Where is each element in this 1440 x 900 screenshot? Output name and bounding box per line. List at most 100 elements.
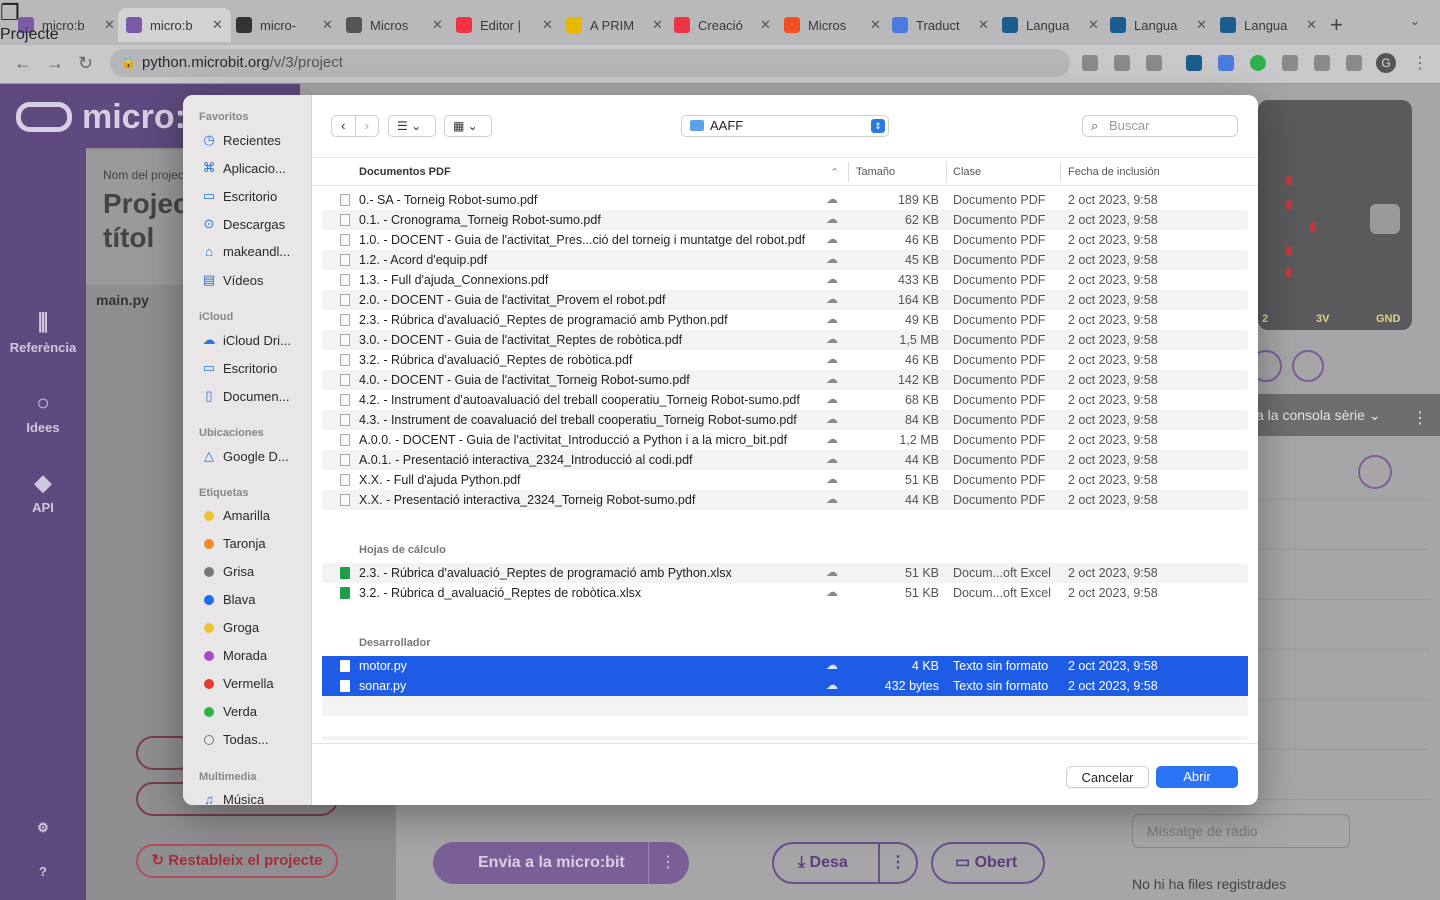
search-input[interactable]: ⌕ Buscar [1082,115,1238,137]
file-row[interactable]: motor.py ☁ 4 KB Texto sin formato 2 oct 2023… [322,656,1248,676]
tag-item[interactable]: Vermella [201,676,309,691]
translator-extension-icon[interactable] [1218,55,1234,71]
icloud-download-icon[interactable]: ☁ [826,678,838,692]
file-row[interactable]: 1.0. - DOCENT - Guia de l'activitat_Pres… [322,230,1248,250]
avatar[interactable]: G [1376,53,1396,73]
nav-api[interactable]: ◆ API [0,470,86,515]
sidebar-item[interactable]: ▯ Documen... [201,388,309,404]
reload-icon[interactable]: ↻ [78,53,93,74]
file-row[interactable]: 2.3. - Rúbrica d'avaluació_Reptes de pro… [322,310,1248,330]
file-row[interactable]: 2.3. - Rúbrica d'avaluació_Reptes de pro… [322,563,1248,583]
button-b[interactable] [1370,204,1400,234]
back-icon[interactable]: ‹ [332,116,355,136]
console-menu-icon[interactable]: ⋮ [1412,408,1428,428]
browser-tab[interactable]: Langua ✕ [994,8,1107,42]
browser-tab[interactable]: Editor | ✕ [448,8,561,42]
icloud-download-icon[interactable]: ☁ [826,372,838,386]
project-title[interactable]: Projec [103,188,189,220]
browser-tab[interactable]: Traduct ✕ [884,8,997,42]
tag-item[interactable]: Amarilla [201,508,309,523]
browser-menu-icon[interactable]: ⋮ [1412,53,1428,73]
microbit-simulator[interactable]: 2 3V GND [1258,100,1412,330]
icloud-download-icon[interactable]: ☁ [826,332,838,346]
tab-search-icon[interactable]: ⌄ [1410,14,1420,28]
close-icon[interactable]: ✕ [542,17,553,33]
sidebar-item[interactable]: ☁ iCloud Dri... [201,332,309,348]
browser-tab[interactable]: micro:b ✕ [118,8,231,42]
close-icon[interactable]: ✕ [978,17,989,33]
file-row[interactable]: 4.3. - Instrument de coavaluació del tre… [322,410,1248,430]
sidebar-item[interactable]: △ Google D... [201,448,309,464]
star-icon[interactable] [1146,55,1162,71]
url-bar[interactable]: 🔒 python.microbit.org/v/3/project [110,49,1070,77]
icloud-download-icon[interactable]: ☁ [826,492,838,506]
history-nav[interactable]: ‹ › [331,115,379,137]
icloud-download-icon[interactable]: ☁ [826,272,838,286]
file-row[interactable]: 3.0. - DOCENT - Guia de l'activitat_Rept… [322,330,1248,350]
icloud-download-icon[interactable]: ☁ [826,452,838,466]
browser-tab[interactable]: Micros ✕ [776,8,889,42]
column-size[interactable]: Tamaño [856,166,895,178]
nav-ideas[interactable]: ○ Idees [0,390,86,435]
icloud-download-icon[interactable]: ☁ [826,312,838,326]
browser-tab[interactable]: Langua ✕ [1212,8,1325,42]
file-row[interactable]: 3.2. - Rúbrica d_avaluació_Reptes de rob… [322,583,1248,603]
sidebar-item[interactable]: ▭ Escritorio [201,188,309,204]
new-tab-icon[interactable]: + [1330,12,1343,38]
icloud-download-icon[interactable]: ☁ [826,472,838,486]
back-icon[interactable]: ← [14,53,32,74]
file-row[interactable]: 4.2. - Instrument d'autoavaluació del tr… [322,390,1248,410]
file-row[interactable]: 3.2. - Rúbrica d'avaluació_Reptes de rob… [322,350,1248,370]
open-dialog-button[interactable]: Abrir [1156,766,1238,788]
column-name[interactable]: Documentos PDF [359,166,451,178]
file-row[interactable]: sonar.py ☁ 432 bytes Texto sin formato 2 oct… [322,676,1248,696]
sidebar-item[interactable]: ♫ Música [201,792,309,805]
reset-project-button[interactable]: ↻ Restableix el projecte [136,844,338,878]
tag-item[interactable]: Taronja [201,536,309,551]
close-icon[interactable]: ✕ [652,17,663,33]
file-item-main[interactable]: main.py [96,292,149,308]
cancel-button[interactable]: Cancelar [1066,766,1149,788]
sidebar-item[interactable]: ▭ Escritorio [201,360,309,376]
browser-tab[interactable]: Langua ✕ [1102,8,1215,42]
icloud-download-icon[interactable]: ☁ [826,658,838,672]
close-icon[interactable]: ✕ [870,17,881,33]
forward-icon[interactable]: › [354,116,379,136]
sidebar-item[interactable]: ⌂ makeandl... [201,244,309,259]
file-row[interactable]: 1.3. - Full d'ajuda_Connexions.pdf ☁ 433 K… [322,270,1248,290]
side-panel-icon[interactable] [1346,55,1362,71]
icloud-download-icon[interactable]: ☁ [826,252,838,266]
file-row[interactable]: 4.0. - DOCENT - Guia de l'activitat_Torn… [322,370,1248,390]
file-row[interactable]: 1.2. - Acord d'equip.pdf ☁ 45 KB Documento … [322,250,1248,270]
icloud-download-icon[interactable]: ☁ [826,585,838,599]
close-icon[interactable]: ✕ [1088,17,1099,33]
close-icon[interactable]: ✕ [760,17,771,33]
grammarly-icon[interactable] [1250,55,1266,71]
close-icon[interactable]: ✕ [212,17,223,33]
column-kind[interactable]: Clase [953,166,981,178]
sort-ascending-icon[interactable]: ⌃ [830,166,839,179]
translate-icon[interactable] [1082,55,1098,71]
file-row[interactable]: 0.1. - Cronograma_Torneig Robot-sumo.pdf… [322,210,1248,230]
icloud-download-icon[interactable]: ☁ [826,432,838,446]
icloud-download-icon[interactable]: ☁ [826,565,838,579]
close-icon[interactable]: ✕ [1306,17,1317,33]
nav-project[interactable]: ❐ Projecte [0,0,59,44]
save-more-button[interactable]: ⋮ [878,842,918,884]
help-icon[interactable]: ? [30,864,56,879]
forward-icon[interactable]: → [46,53,64,74]
file-row[interactable]: X.X. - Full d'ajuda Python.pdf ☁ 51 KB Docu… [322,470,1248,490]
icloud-download-icon[interactable]: ☁ [826,392,838,406]
tag-item[interactable]: Todas... [201,732,309,747]
share-icon[interactable] [1114,55,1130,71]
tag-item[interactable]: Verda [201,704,309,719]
icloud-download-icon[interactable]: ☁ [826,412,838,426]
sidebar-item[interactable]: ◷ Recientes [201,132,309,148]
send-more-icon[interactable]: ⋮ [660,852,676,872]
reading-list-icon[interactable] [1314,55,1330,71]
location-popup[interactable]: AAFF ⇕ [681,115,889,137]
browser-tab[interactable]: Micros ✕ [338,8,451,42]
close-icon[interactable]: ✕ [104,17,115,33]
extensions-icon[interactable] [1282,55,1298,71]
file-row[interactable]: A.0.1. - Presentació interactiva_2324_In… [322,450,1248,470]
